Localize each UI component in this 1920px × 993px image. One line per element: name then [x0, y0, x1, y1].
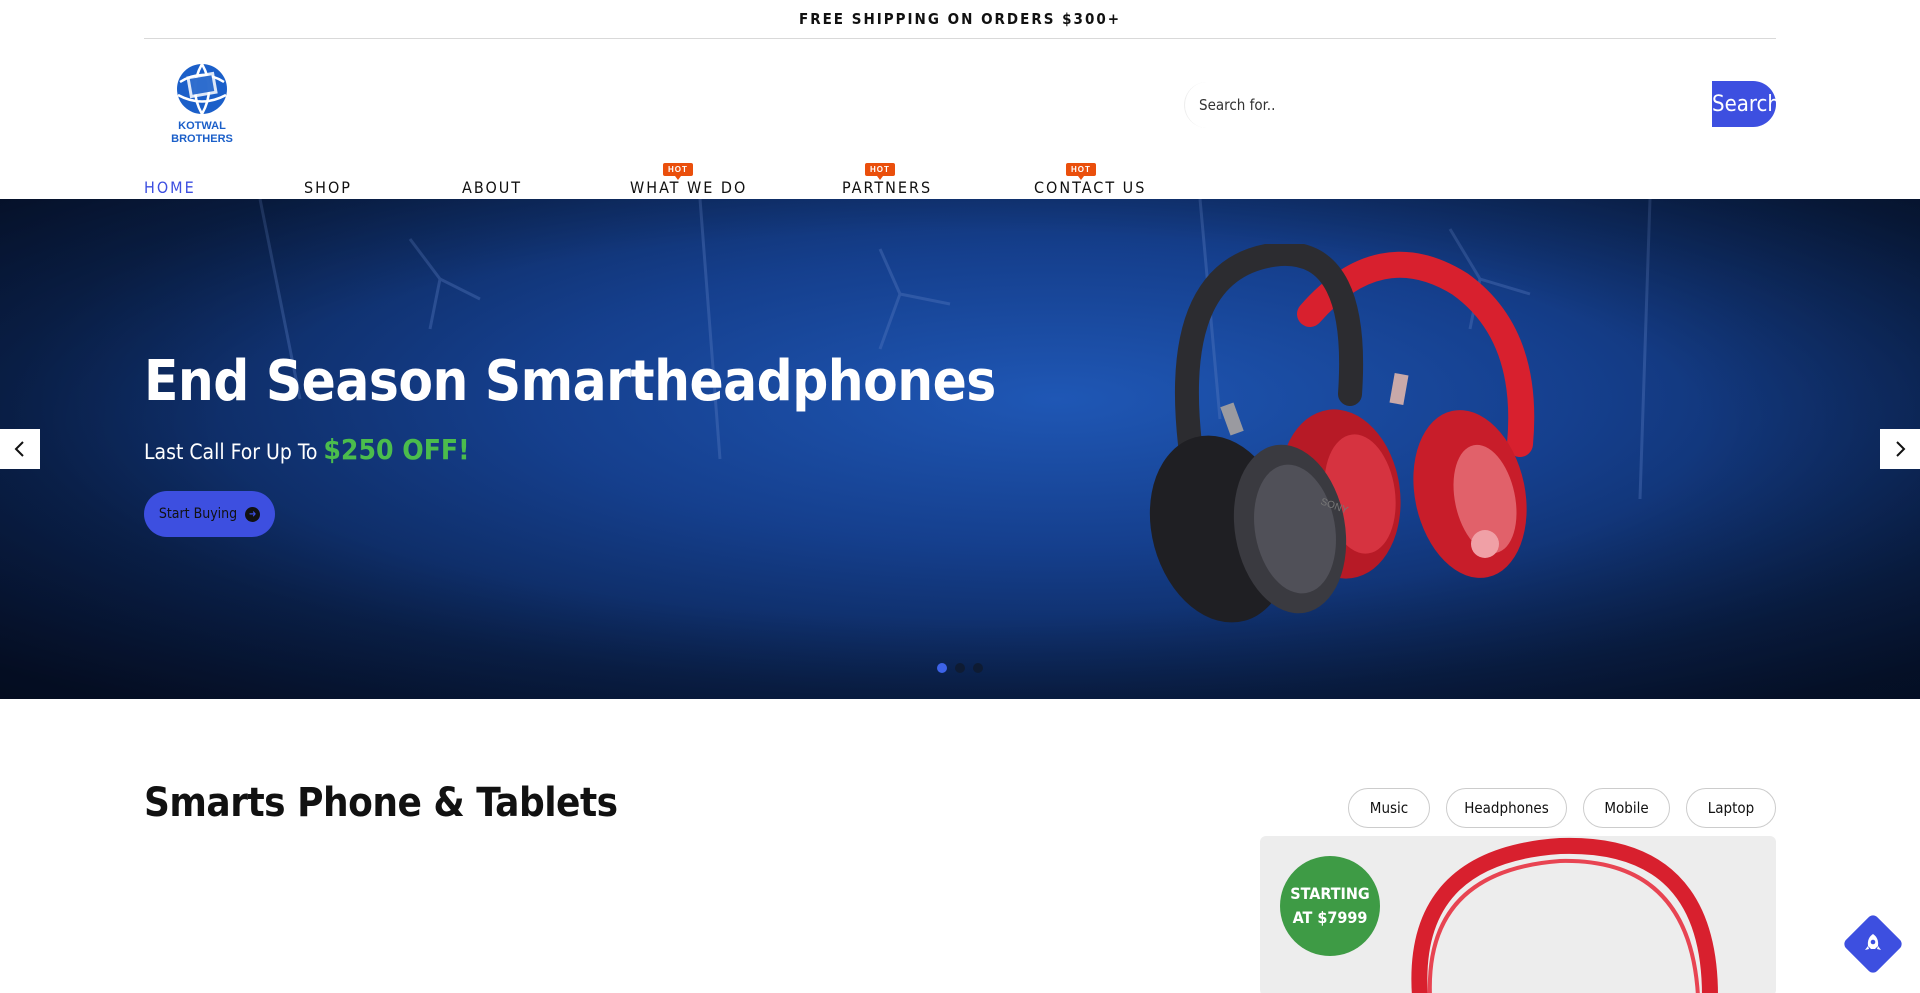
nav-item-home[interactable]: HOME [144, 178, 196, 197]
nav-item-about[interactable]: ABOUT [462, 178, 522, 197]
globe-icon [177, 63, 227, 115]
slider-dot[interactable] [937, 663, 947, 673]
hero-subtitle: Last Call For Up To $250 OFF! [144, 433, 470, 466]
hero-subtitle-prefix: Last Call For Up To [144, 440, 318, 464]
filter-music[interactable]: Music [1348, 788, 1430, 828]
announcement-text: FREE SHIPPING ON ORDERS $300+ [798, 10, 1122, 28]
badge-line2: AT $7999 [1292, 908, 1368, 927]
filter-mobile[interactable]: Mobile [1583, 788, 1670, 828]
brand-line1: KOTWAL [178, 120, 226, 132]
announcement-bar: FREE SHIPPING ON ORDERS $300+ [144, 0, 1776, 39]
start-buying-label: Start Buying [158, 506, 238, 522]
start-buying-button[interactable]: Start Buying ➜ [144, 491, 275, 537]
hero-promo: $250 OFF! [323, 433, 470, 466]
hot-badge: HOT [663, 163, 693, 180]
section-title: Smarts Phone & Tablets [144, 780, 618, 826]
chevron-left-icon [14, 441, 24, 457]
hero-slider: End Season Smartheadphones Last Call For… [0, 199, 1920, 699]
chevron-right-icon [1896, 441, 1906, 457]
starting-price-badge: STARTING AT $7999 [1280, 856, 1380, 956]
promo-card[interactable]: STARTING AT $7999 [1260, 836, 1776, 993]
nav-item-shop[interactable]: SHOP [304, 178, 352, 197]
hero-title: End Season Smartheadphones [144, 349, 996, 414]
filter-headphones[interactable]: Headphones [1446, 788, 1567, 828]
headphones-image: SONY [1149, 244, 1535, 623]
slider-dot[interactable] [955, 663, 965, 673]
brand-line2: BROTHERS [171, 133, 233, 145]
arrow-right-circle-icon: ➜ [245, 506, 261, 522]
rocket-icon [1865, 934, 1881, 950]
slider-dots [937, 663, 983, 673]
search-input[interactable] [1184, 82, 1712, 128]
hot-badge: HOT [1066, 163, 1096, 180]
headphones-thumbnail [1411, 837, 1718, 993]
slider-dot[interactable] [973, 663, 983, 673]
slider-prev-button[interactable] [0, 429, 40, 469]
slider-next-button[interactable] [1880, 429, 1920, 469]
logo[interactable]: KOTWAL BROTHERS [158, 62, 246, 148]
search-button[interactable]: Search [1712, 81, 1780, 127]
nav-item-partners[interactable]: PARTNERS [842, 178, 932, 197]
nav-item-what-we-do[interactable]: WHAT WE DO [630, 178, 747, 197]
filter-laptop[interactable]: Laptop [1686, 788, 1776, 828]
hot-badge: HOT [865, 163, 895, 180]
nav-item-contact-us[interactable]: CONTACT US [1034, 178, 1146, 197]
badge-line1: STARTING [1290, 884, 1370, 903]
